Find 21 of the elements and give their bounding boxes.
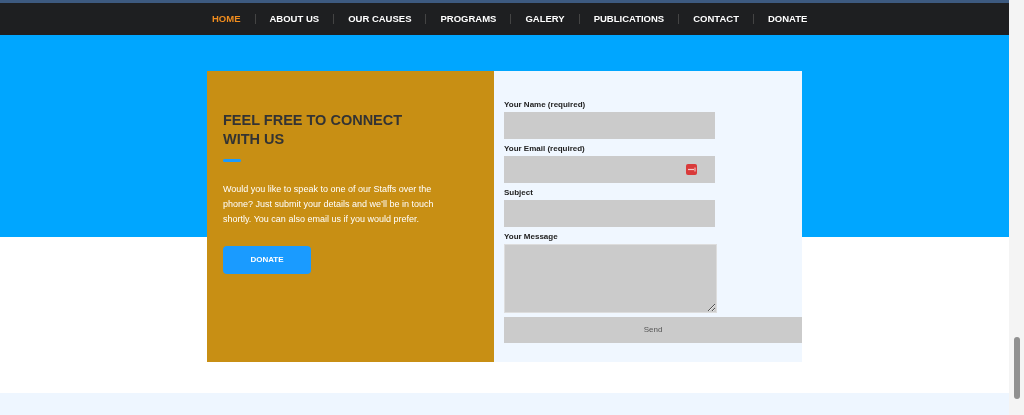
nav-link[interactable]: DONATE xyxy=(757,11,818,27)
message-field[interactable] xyxy=(504,244,717,313)
accent-bar xyxy=(223,159,241,162)
input-field[interactable] xyxy=(504,200,715,227)
field-label: Subject xyxy=(504,187,534,199)
field-label: Your Name (required) xyxy=(504,99,587,111)
field-label: Your Email (required) xyxy=(504,143,586,155)
nav-link[interactable]: ABOUT US xyxy=(259,11,330,27)
nav-link[interactable]: GALERY xyxy=(515,11,575,27)
input-field[interactable] xyxy=(504,112,715,139)
intro-text: Would you like to speak to one of our Staffs over the phone? Just submit your details and we’ll be in touch shortly. You can also email us if you would prefer. xyxy=(223,183,435,226)
nav-link[interactable]: PUBLICATIONS xyxy=(583,11,675,27)
nav-link[interactable]: OUR CAUSES xyxy=(338,11,422,27)
input-field[interactable] xyxy=(504,156,715,183)
nav-link[interactable]: CONTACT xyxy=(683,11,749,27)
field-label: Your Message xyxy=(504,231,559,243)
nav-link[interactable]: HOME xyxy=(202,11,251,27)
send-button[interactable]: Send xyxy=(504,317,802,343)
nav-link[interactable]: PROGRAMS xyxy=(430,11,507,27)
scrollbar-thumb[interactable] xyxy=(1013,337,1020,399)
intro-title: FEEL FREE TO CONNECT WITH US xyxy=(223,111,404,149)
